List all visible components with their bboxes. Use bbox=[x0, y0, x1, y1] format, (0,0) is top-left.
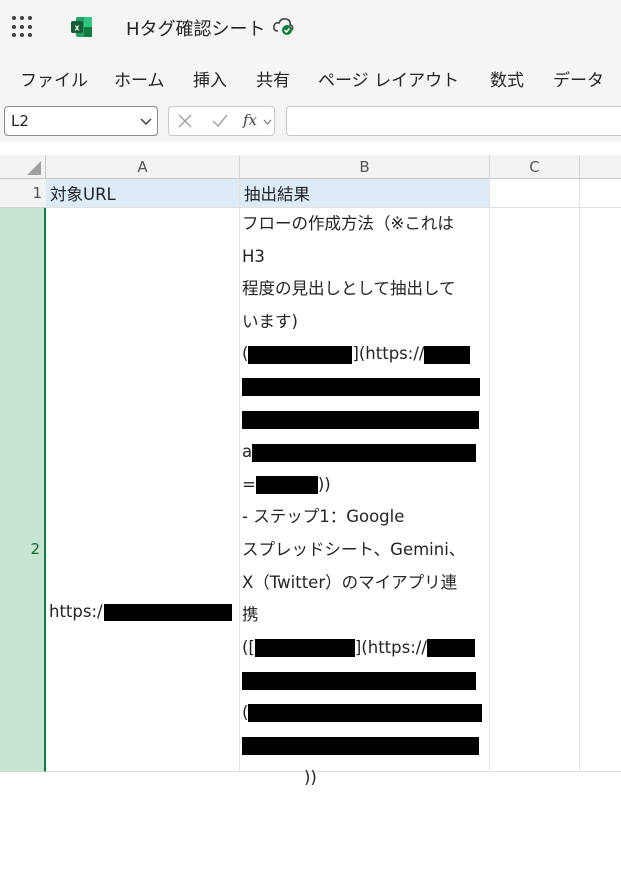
check-icon[interactable] bbox=[211, 113, 229, 129]
column-header-b[interactable]: B bbox=[240, 155, 490, 179]
tab-page-layout[interactable]: ページ レイアウト bbox=[318, 66, 459, 91]
text-line: 程度の見出しとして抽出して bbox=[242, 279, 456, 299]
text-line: ( bbox=[242, 697, 488, 730]
insert-function-icon[interactable]: fx bbox=[243, 111, 257, 129]
redaction-block bbox=[242, 411, 479, 430]
name-box[interactable]: L2 bbox=[4, 106, 158, 136]
tab-share[interactable]: 共有 bbox=[256, 66, 290, 91]
tab-home[interactable]: ホーム bbox=[114, 66, 165, 91]
column-header-a[interactable]: A bbox=[46, 155, 240, 179]
title-bar: x Hタグ確認シート bbox=[0, 0, 621, 52]
text-line: X（Twitter）のマイアプリ連 bbox=[242, 572, 458, 592]
chevron-down-icon[interactable] bbox=[139, 114, 153, 128]
row-header-2[interactable]: 2 bbox=[0, 208, 46, 772]
text-line: H3 bbox=[242, 246, 265, 266]
text-line: a bbox=[242, 436, 488, 469]
formula-input[interactable] bbox=[286, 106, 621, 136]
cell-a1[interactable]: 対象URL bbox=[46, 179, 240, 208]
redaction-block bbox=[424, 345, 471, 364]
text-line bbox=[242, 664, 488, 697]
cell-c2[interactable] bbox=[490, 208, 580, 772]
redaction-block bbox=[426, 639, 475, 658]
waffle-icon[interactable] bbox=[12, 16, 34, 38]
text-line: =)) bbox=[242, 474, 331, 495]
text-line: フローの作成方法（※これは bbox=[242, 214, 454, 233]
text-line: います) bbox=[242, 311, 298, 331]
redaction-block bbox=[242, 378, 480, 397]
cancel-icon[interactable] bbox=[177, 113, 193, 129]
text-line bbox=[242, 730, 488, 763]
formula-bar: L2 fx bbox=[0, 100, 621, 142]
redaction-block bbox=[248, 704, 483, 723]
redaction-block bbox=[242, 671, 476, 690]
redaction-block bbox=[254, 639, 355, 658]
row-header-1[interactable]: 1 bbox=[0, 179, 46, 208]
formula-actions: fx bbox=[168, 106, 275, 136]
text-line: - ステップ1：Google bbox=[242, 507, 405, 527]
chevron-down-icon[interactable] bbox=[263, 118, 272, 126]
cell-d2[interactable] bbox=[580, 208, 621, 772]
text-line: 携 bbox=[242, 605, 259, 625]
excel-icon[interactable]: x bbox=[70, 15, 94, 39]
tab-formulas[interactable]: 数式 bbox=[490, 66, 524, 91]
cell-c1[interactable] bbox=[490, 179, 580, 208]
name-box-value: L2 bbox=[11, 112, 29, 130]
cell-a2-url: https:/ bbox=[49, 602, 232, 621]
svg-text:x: x bbox=[74, 23, 79, 33]
redaction-block bbox=[255, 476, 318, 495]
select-all-button[interactable] bbox=[0, 155, 46, 179]
redaction-block bbox=[252, 443, 477, 462]
cell-a2[interactable]: https:/ bbox=[46, 208, 240, 772]
redaction-block bbox=[242, 737, 479, 755]
column-header-c[interactable]: C bbox=[490, 155, 580, 179]
cloud-saved-icon[interactable] bbox=[272, 16, 296, 36]
ribbon-tabs: ファイル ホーム 挿入 共有 ページ レイアウト 数式 データ bbox=[0, 52, 621, 100]
redaction-block bbox=[248, 345, 353, 364]
redaction-block bbox=[103, 604, 232, 621]
cell-b1[interactable]: 抽出結果 bbox=[240, 179, 490, 208]
text-line: ([](https:// bbox=[242, 632, 488, 665]
text-line: (](https:// bbox=[242, 338, 488, 371]
tab-insert[interactable]: 挿入 bbox=[193, 66, 227, 91]
cell-d1[interactable] bbox=[580, 179, 621, 208]
column-header-d[interactable] bbox=[580, 155, 621, 179]
text-line: スプレッドシート、Gemini、 bbox=[242, 539, 466, 559]
cell-b2-text: フローの作成方法（※これは H3 程度の見出しとして抽出して います) (](h… bbox=[242, 208, 488, 795]
document-title[interactable]: Hタグ確認シート bbox=[126, 15, 266, 41]
tab-data[interactable]: データ bbox=[553, 66, 604, 91]
text-line: )) bbox=[304, 768, 317, 788]
text-line bbox=[242, 404, 488, 437]
text-line bbox=[242, 371, 488, 404]
tab-file[interactable]: ファイル bbox=[20, 66, 88, 91]
